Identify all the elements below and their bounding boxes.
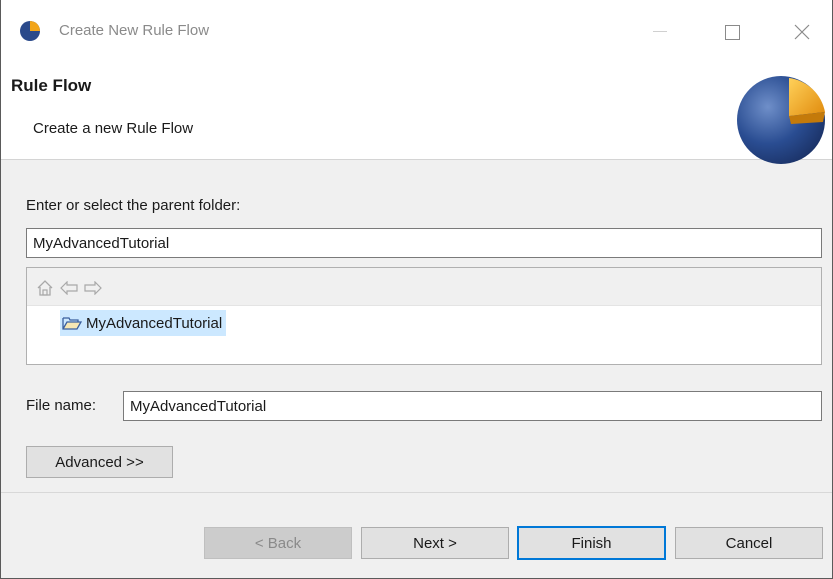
tree-item-myadvancedtutorial[interactable]: MyAdvancedTutorial bbox=[60, 310, 227, 336]
advanced-button[interactable]: Advanced >> bbox=[26, 446, 173, 478]
tree-toolbar bbox=[27, 268, 821, 306]
create-rule-flow-dialog: Create New Rule Flow Rule Flow Create a … bbox=[0, 0, 833, 579]
window-title: Create New Rule Flow bbox=[59, 22, 210, 39]
parent-folder-label: Enter or select the parent folder: bbox=[26, 197, 241, 214]
page-title: Rule Flow bbox=[11, 76, 92, 95]
home-icon[interactable] bbox=[35, 278, 55, 298]
wizard-header: Rule Flow Create a new Rule Flow bbox=[1, 62, 832, 164]
forward-arrow-icon[interactable] bbox=[83, 278, 103, 298]
file-name-label: File name: bbox=[26, 397, 97, 414]
maximize-icon[interactable] bbox=[709, 14, 755, 50]
finish-button[interactable]: Finish bbox=[517, 526, 666, 560]
next-button[interactable]: Next > bbox=[361, 527, 509, 559]
back-arrow-icon[interactable] bbox=[59, 278, 79, 298]
file-name-input[interactable] bbox=[123, 391, 822, 421]
minimize-icon[interactable] bbox=[637, 14, 683, 50]
close-icon[interactable] bbox=[779, 14, 825, 50]
rule-flow-wizard-icon bbox=[737, 76, 825, 164]
tree-item-label: MyAdvancedTutorial bbox=[86, 314, 223, 332]
open-folder-icon bbox=[62, 317, 82, 330]
app-icon bbox=[20, 21, 40, 41]
cancel-button[interactable]: Cancel bbox=[675, 527, 823, 559]
title-bar[interactable]: Create New Rule Flow bbox=[1, 0, 832, 62]
page-description: Create a new Rule Flow bbox=[33, 120, 194, 137]
folder-tree[interactable]: MyAdvancedTutorial bbox=[26, 267, 822, 365]
button-bar-separator bbox=[1, 492, 832, 493]
parent-folder-input[interactable] bbox=[26, 228, 822, 258]
back-button[interactable]: < Back bbox=[204, 527, 352, 559]
